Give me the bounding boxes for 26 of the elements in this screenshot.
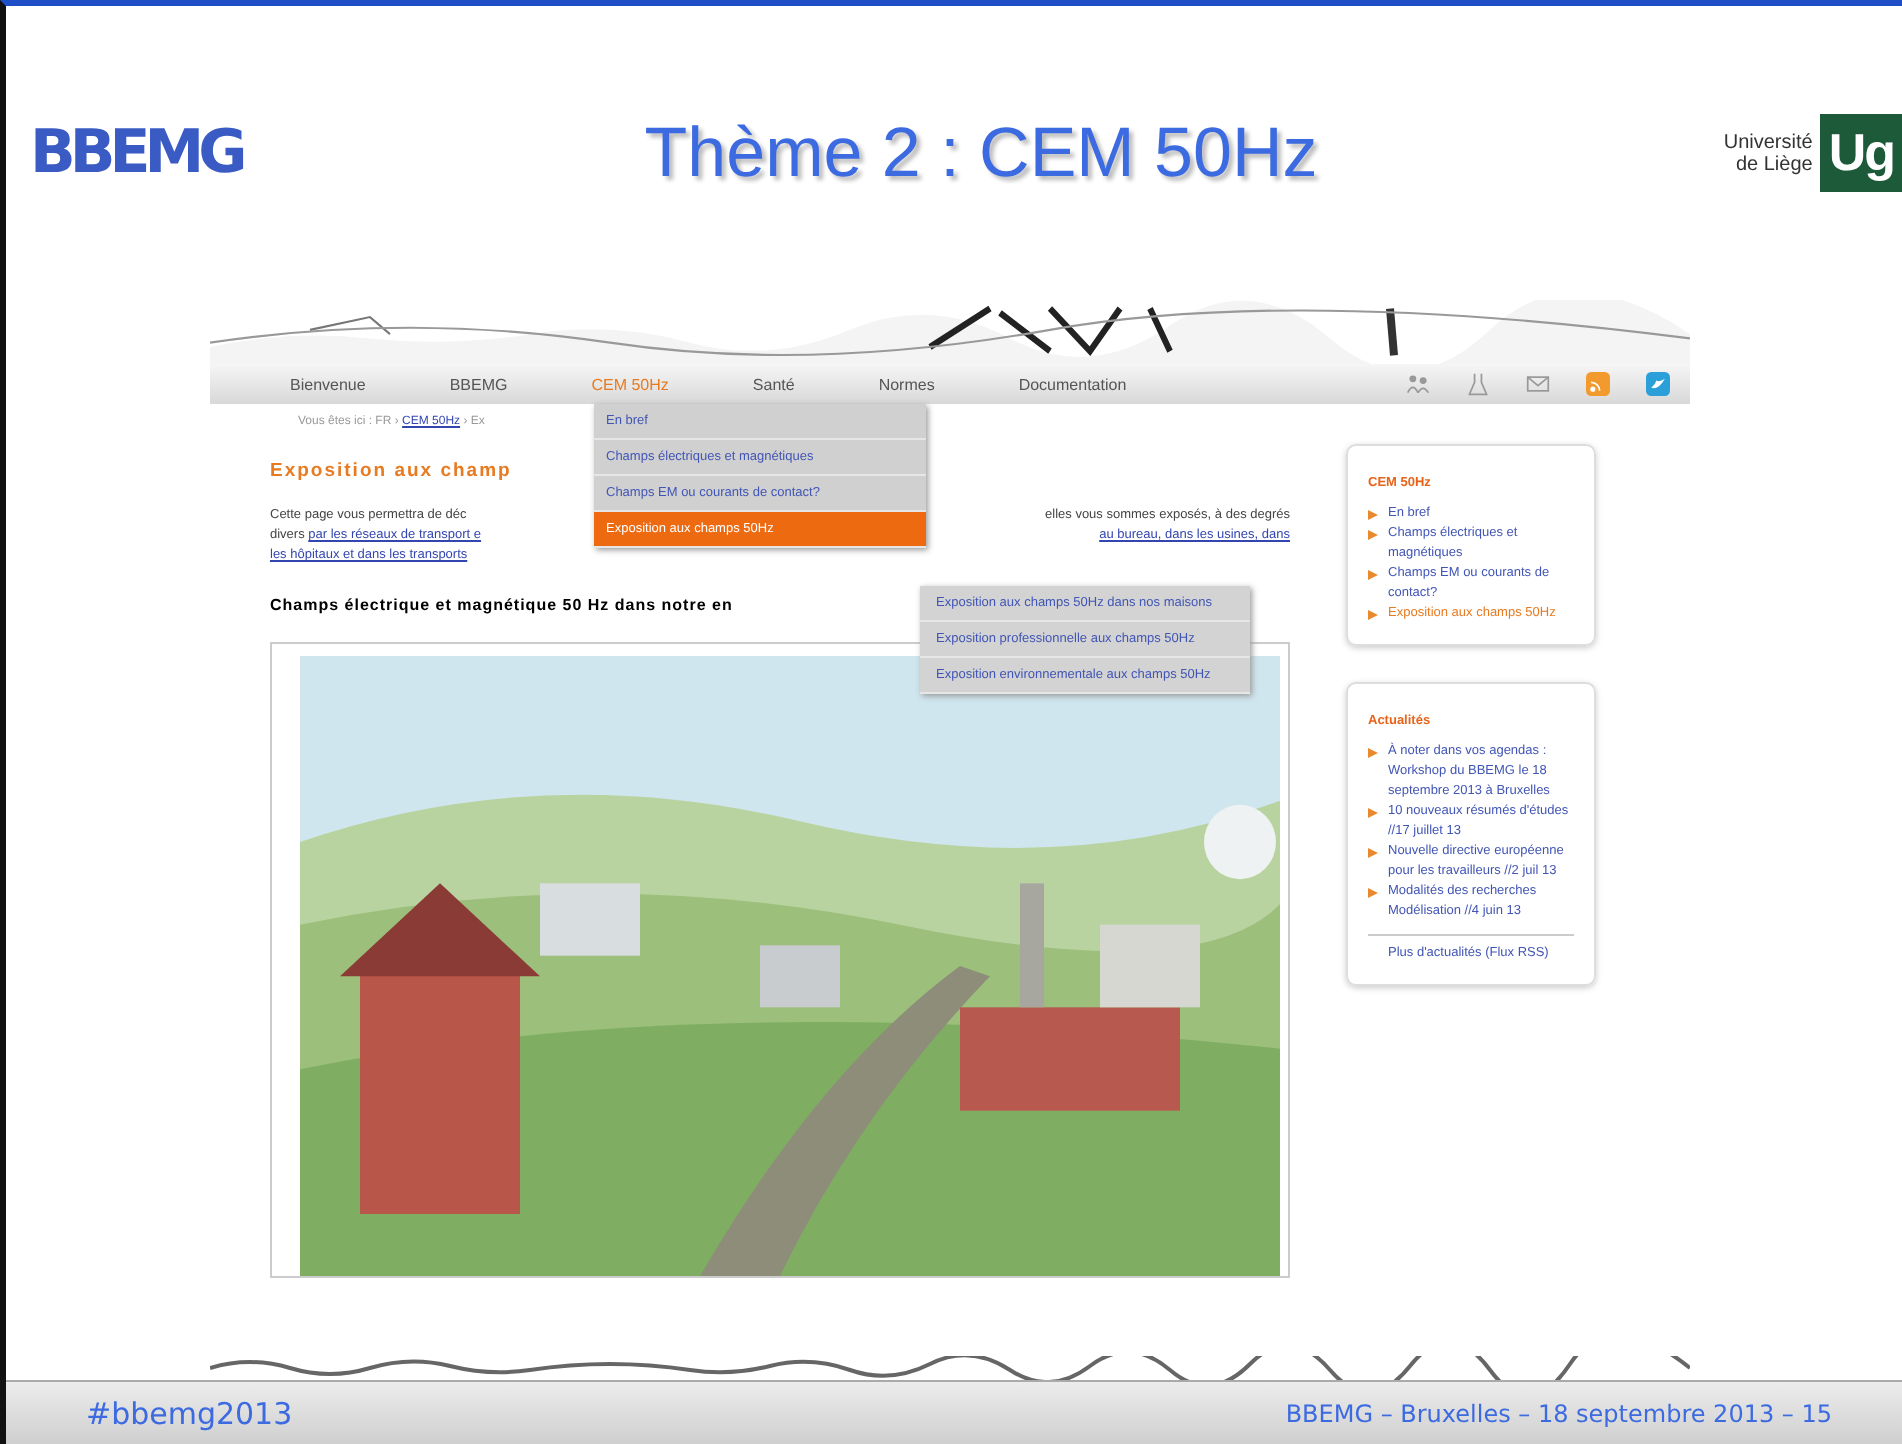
university-name: Université de Liège — [1721, 131, 1813, 175]
nav-item[interactable]: Documentation — [1018, 375, 1127, 393]
page-heading: Exposition aux champ — [270, 460, 514, 482]
nav-item[interactable]: Bienvenue — [290, 375, 366, 393]
bird-icon[interactable] — [1646, 372, 1670, 396]
hashtag: #bbemg2013 — [86, 1395, 293, 1431]
bullet-icon — [1368, 510, 1378, 520]
footer-text: BBEMG – Bruxelles – 18 septembre 2013 – 15 — [1285, 1399, 1832, 1427]
nav-item[interactable]: BBEMG — [449, 375, 508, 393]
bullet-icon — [1368, 570, 1378, 580]
university-logo: Ug — [1820, 114, 1902, 192]
slide-title: Thème 2 : CEM 50Hz — [642, 113, 1320, 193]
flask-icon[interactable] — [1466, 372, 1490, 396]
bullet-icon — [1368, 610, 1378, 620]
rss-icon[interactable] — [1586, 372, 1610, 396]
bbemg-logo: BBEMG — [30, 115, 245, 191]
bullet-icon — [1368, 748, 1378, 758]
nav-item[interactable]: Santé — [752, 375, 795, 393]
bullet-icon — [1368, 848, 1378, 858]
bullet-icon — [1368, 808, 1378, 818]
bullet-icon — [1368, 530, 1378, 540]
people-icon[interactable] — [1406, 372, 1430, 396]
envelope-icon[interactable] — [1526, 372, 1550, 396]
section-heading: Champs électrique et magnétique 50 Hz dans notre en — [270, 596, 733, 614]
nav-item[interactable]: Normes — [878, 375, 935, 393]
bullet-icon — [1368, 888, 1378, 898]
